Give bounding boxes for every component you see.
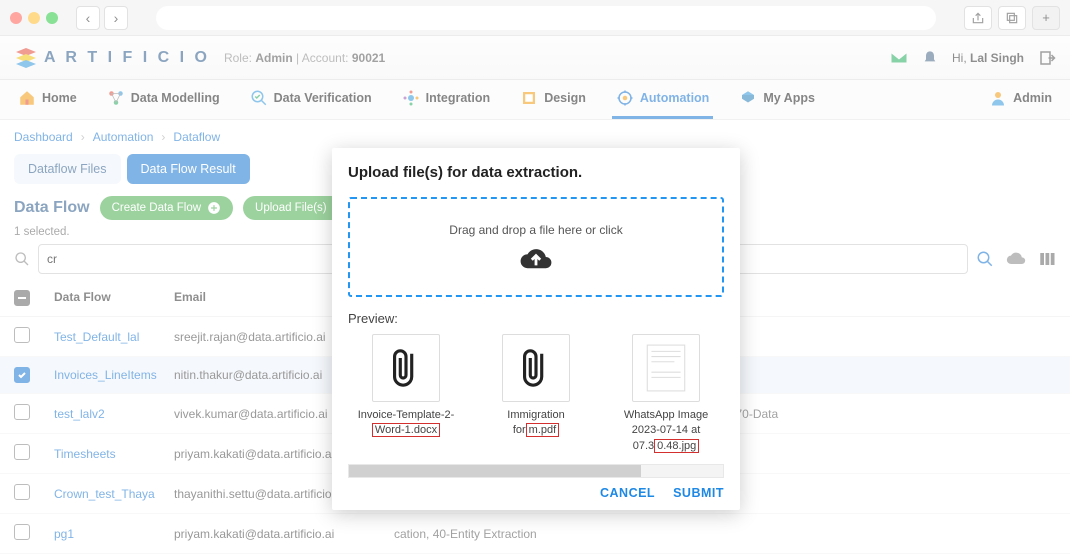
apps-icon (739, 89, 757, 107)
page-title: Data Flow (14, 199, 90, 217)
submit-button[interactable]: SUBMIT (673, 486, 724, 500)
cancel-button[interactable]: CANCEL (600, 486, 655, 500)
row-checkbox[interactable] (14, 367, 30, 383)
preview-item[interactable]: WhatsApp Image 2023-07-14 at 07.30.48.jp… (616, 334, 716, 454)
app-header: A R T I F I C I O Role: Admin | Account:… (0, 36, 1070, 80)
modelling-icon (107, 89, 125, 107)
row-checkbox[interactable] (14, 524, 30, 540)
new-tab-button[interactable]: + (1032, 6, 1060, 30)
create-data-flow-button[interactable]: Create Data Flow (100, 196, 233, 220)
admin-icon (989, 89, 1007, 107)
role-info: Role: Admin | Account: 90021 (224, 51, 385, 65)
verification-icon (250, 89, 268, 107)
nav-automation[interactable]: Automation (612, 80, 713, 119)
chevron-right-icon: › (161, 130, 165, 144)
row-checkbox[interactable] (14, 404, 30, 420)
data-flow-link[interactable]: test_lalv2 (54, 407, 174, 421)
home-icon (18, 89, 36, 107)
attachment-icon (518, 348, 554, 388)
preview-item[interactable]: Immigration form.pdf (486, 334, 586, 454)
nav-home[interactable]: Home (14, 80, 81, 119)
search-icon (14, 251, 30, 267)
traffic-lights (10, 12, 58, 24)
notification-icon[interactable] (922, 50, 938, 66)
browser-chrome: ‹ › + (0, 0, 1070, 36)
upload-modal: Upload file(s) for data extraction. Drag… (332, 148, 740, 510)
table-row[interactable]: pg1priyam.kakati@data.artificio.aication… (0, 514, 1070, 554)
cloud-upload-icon (518, 243, 554, 271)
nav-design[interactable]: Design (516, 80, 590, 119)
data-flow-link[interactable]: Crown_test_Thaya (54, 487, 174, 501)
plus-circle-icon (207, 201, 221, 215)
back-button[interactable]: ‹ (76, 6, 100, 30)
forward-button[interactable]: › (104, 6, 128, 30)
dropzone-text: Drag and drop a file here or click (449, 223, 622, 237)
header-data-flow[interactable]: Data Flow (54, 290, 174, 306)
share-button[interactable] (964, 6, 992, 30)
data-flow-link[interactable]: Timesheets (54, 447, 174, 461)
file-name: Immigration form.pdf (486, 408, 586, 439)
select-all-checkbox[interactable] (14, 290, 30, 306)
modal-scrollbar[interactable] (348, 464, 724, 478)
chevron-right-icon: › (81, 130, 85, 144)
breadcrumb-dashboard[interactable]: Dashboard (14, 130, 73, 144)
preview-row: Invoice-Template-2-Word-1.docx Immigratio… (348, 334, 724, 454)
logo[interactable]: A R T I F I C I O (14, 46, 210, 70)
nav-data-modelling[interactable]: Data Modelling (103, 80, 224, 119)
modal-title: Upload file(s) for data extraction. (348, 164, 724, 181)
breadcrumb-dataflow[interactable]: Dataflow (173, 130, 220, 144)
integration-icon (402, 89, 420, 107)
tab-dataflow-files[interactable]: Dataflow Files (14, 154, 121, 184)
logout-icon[interactable] (1038, 49, 1056, 67)
mail-icon[interactable] (890, 49, 908, 67)
breadcrumb-automation[interactable]: Automation (93, 130, 154, 144)
close-window[interactable] (10, 12, 22, 24)
nav-my-apps[interactable]: My Apps (735, 80, 819, 119)
preview-label: Preview: (348, 311, 724, 326)
maximize-window[interactable] (46, 12, 58, 24)
nav-admin[interactable]: Admin (985, 80, 1056, 119)
columns-icon[interactable] (1038, 250, 1056, 268)
automation-icon (616, 89, 634, 107)
attachment-icon (388, 348, 424, 388)
file-name: WhatsApp Image 2023-07-14 at 07.30.48.jp… (616, 408, 716, 454)
data-flow-link[interactable]: Test_Default_lal (54, 330, 174, 344)
row-checkbox[interactable] (14, 327, 30, 343)
brand-text: A R T I F I C I O (44, 49, 210, 67)
nav-integration[interactable]: Integration (398, 80, 495, 119)
tab-data-flow-result[interactable]: Data Flow Result (127, 154, 250, 184)
copy-button[interactable] (998, 6, 1026, 30)
cloud-download-icon[interactable] (1006, 249, 1026, 269)
search-action-icon[interactable] (976, 250, 994, 268)
minimize-window[interactable] (28, 12, 40, 24)
file-name: Invoice-Template-2-Word-1.docx (356, 408, 456, 439)
dropzone[interactable]: Drag and drop a file here or click (348, 197, 724, 297)
row-checkbox[interactable] (14, 484, 30, 500)
preview-item[interactable]: Invoice-Template-2-Word-1.docx (356, 334, 456, 454)
row-checkbox[interactable] (14, 444, 30, 460)
design-icon (520, 89, 538, 107)
nav-data-verification[interactable]: Data Verification (246, 80, 376, 119)
document-thumb-icon (643, 343, 689, 393)
logo-icon (14, 46, 38, 70)
data-flow-link[interactable]: Invoices_LineItems (54, 368, 174, 382)
url-bar[interactable] (156, 6, 936, 30)
user-greeting: Hi, Lal Singh (952, 51, 1024, 65)
top-nav: Home Data Modelling Data Verification In… (0, 80, 1070, 120)
